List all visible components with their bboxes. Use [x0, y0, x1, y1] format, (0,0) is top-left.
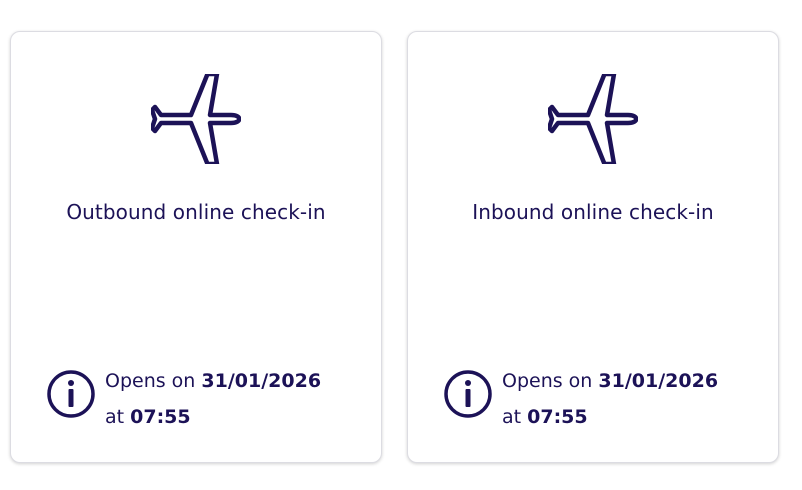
opens-prefix: Opens on [105, 370, 196, 392]
at-prefix: at [502, 406, 522, 428]
outbound-check-in-card[interactable]: Outbound online check-in Opens on 31/01/… [10, 31, 382, 463]
opens-date: 31/01/2026 [201, 370, 322, 392]
opens-prefix: Opens on [502, 370, 593, 392]
card-title: Outbound online check-in [66, 200, 326, 224]
info-circle-icon [47, 370, 95, 418]
opening-time-line: at 07:55 [105, 399, 321, 435]
opening-time-line: at 07:55 [502, 399, 718, 435]
airplane-icon [151, 74, 241, 164]
opening-date-line: Opens on 31/01/2026 [502, 363, 718, 399]
check-in-cards-row: Outbound online check-in Opens on 31/01/… [0, 0, 802, 490]
opens-date: 31/01/2026 [598, 370, 719, 392]
opening-date-line: Opens on 31/01/2026 [105, 363, 321, 399]
opening-info: Opens on 31/01/2026 at 07:55 [443, 363, 763, 433]
card-title: Inbound online check-in [472, 200, 714, 224]
airplane-icon [548, 74, 638, 164]
opens-time: 07:55 [527, 406, 588, 428]
info-circle-icon [444, 370, 492, 418]
opening-info: Opens on 31/01/2026 at 07:55 [46, 363, 366, 433]
opening-text: Opens on 31/01/2026 at 07:55 [105, 363, 321, 435]
at-prefix: at [105, 406, 125, 428]
inbound-check-in-card[interactable]: Inbound online check-in Opens on 31/01/2… [407, 31, 779, 463]
opens-time: 07:55 [130, 406, 191, 428]
opening-text: Opens on 31/01/2026 at 07:55 [502, 363, 718, 435]
